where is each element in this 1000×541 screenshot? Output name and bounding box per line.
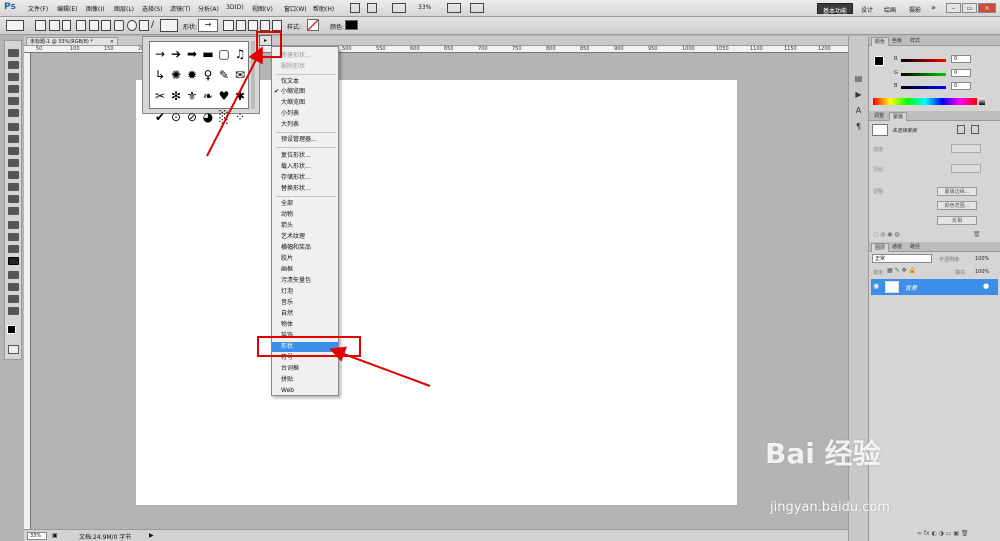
layer-thumbnail (885, 281, 899, 293)
tab-channels[interactable]: 通道 (889, 243, 905, 252)
tab-masks[interactable]: 蒙版 (889, 112, 908, 121)
tab-layers[interactable]: 图层 (871, 243, 890, 252)
tab-color[interactable]: 颜色 (871, 37, 890, 46)
pixel-mask-icon[interactable] (957, 125, 965, 134)
baidu-watermark: Bai 经验 (765, 437, 881, 470)
adjust-panel-tabs: 调整 蒙版 (869, 111, 1000, 121)
grayscale-ramp[interactable] (979, 98, 985, 105)
layer-lock-icon: ● (983, 282, 990, 290)
color-panel-tabs: 颜色 色板 样式 (869, 36, 1000, 46)
r-label: R (894, 56, 898, 62)
opacity-value[interactable]: 100% (975, 256, 989, 262)
tab-swatches[interactable]: 色板 (889, 37, 905, 46)
lock-label: 锁定: (873, 270, 885, 276)
density-label: 浓度: (873, 147, 885, 153)
blend-mode-select[interactable]: 正常 (872, 254, 932, 263)
invert-button[interactable]: 反相 (937, 216, 977, 225)
lock-icons[interactable]: ▦ ✎ ✥ 🔒 (887, 267, 916, 274)
layer-name[interactable]: 背景 (905, 283, 917, 292)
opacity-label: 不透明度: (939, 257, 961, 263)
b-label: B (894, 83, 898, 89)
tab-styles[interactable]: 样式 (907, 37, 923, 46)
annotation-arrow-up (206, 46, 263, 157)
color-spectrum[interactable] (873, 98, 977, 105)
density-field[interactable] (951, 144, 981, 153)
b-slider[interactable] (901, 86, 946, 89)
layers-panel-tabs: 图层 通道 路径 (869, 242, 1000, 252)
history-panel-icon[interactable]: ▤ (853, 74, 864, 83)
vector-mask-icon[interactable] (971, 125, 979, 134)
mask-thumbnail (872, 124, 888, 136)
g-value[interactable]: 0 (951, 69, 971, 77)
feather-field[interactable] (951, 164, 981, 173)
refine-label: 调整: (873, 189, 885, 195)
panel-foreground-swatch[interactable] (874, 56, 884, 66)
layer-row-background[interactable]: ◉ 背景 ● (871, 279, 998, 295)
b-value[interactable]: 0 (951, 82, 971, 90)
annotation-arrow-left (329, 346, 431, 387)
visibility-eye-icon[interactable]: ◉ (873, 282, 879, 290)
fill-value[interactable]: 100% (975, 269, 989, 275)
feather-label: 羽化: (873, 167, 885, 173)
fill-label: 填充: (955, 270, 967, 276)
g-slider[interactable] (901, 73, 946, 76)
no-mask-label: 未选择蒙版 (892, 128, 918, 134)
r-slider[interactable] (901, 59, 946, 62)
tab-paths[interactable]: 路径 (907, 243, 923, 252)
layers-footer-icons[interactable]: ∞ fx ◐ ◑ ▭ ▣ 🗑 (917, 530, 969, 537)
color-range-button[interactable]: 颜色范围... (937, 201, 977, 210)
g-label: G (894, 70, 898, 76)
mask-footer-icons[interactable]: ◌ ◎ ◉ ◍ (873, 231, 900, 238)
actions-panel-icon[interactable]: ▶ (853, 90, 864, 99)
baidu-url-watermark: jingyan.baidu.com (770, 500, 890, 515)
mask-delete-icon[interactable]: 🗑 (973, 231, 981, 238)
right-panels: 颜色 色板 样式 R 0 G 0 B 0 调整 蒙版 未选择蒙版 浓度: 羽化:… (868, 36, 1000, 541)
r-value[interactable]: 0 (951, 55, 971, 63)
character-panel-icon[interactable]: A (853, 106, 864, 115)
tab-adjustments[interactable]: 调整 (871, 112, 887, 121)
mask-edge-button[interactable]: 蒙版边缘... (937, 187, 977, 196)
paragraph-panel-icon[interactable]: ¶ (853, 122, 864, 131)
